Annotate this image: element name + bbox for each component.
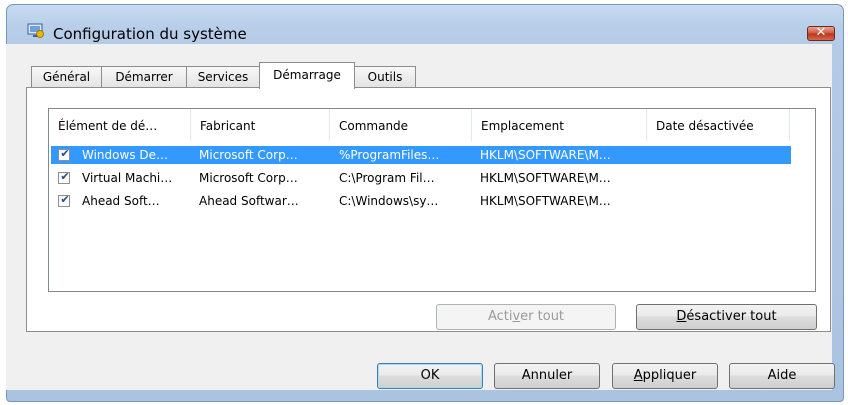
apply-label-end: ppliquer [642, 368, 697, 383]
item-maker: Microsoft Corp… [199, 148, 298, 162]
item-maker: Ahead Softwar… [199, 194, 299, 208]
enable-all-label-start: Acti [487, 309, 513, 324]
column-header-item[interactable]: Élément de dé… [49, 109, 191, 141]
enable-all-button[interactable]: Activer tout [436, 304, 616, 330]
title-bar[interactable]: Configuration du système ✕ [7, 5, 843, 43]
tab-demarrage[interactable]: Démarrage [259, 62, 355, 89]
list-item[interactable]: ✔ Windows De… Microsoft Corp… %ProgramFi… [51, 146, 791, 164]
disable-all-mnemonic: D [676, 309, 687, 324]
item-maker: Microsoft Corp… [199, 171, 298, 185]
close-button[interactable]: ✕ [807, 25, 835, 41]
item-location: HKLM\SOFTWARE\M… [480, 194, 611, 208]
window-title: Configuration du système [53, 25, 247, 43]
item-location: HKLM\SOFTWARE\M… [480, 148, 611, 162]
list-item[interactable]: ✔ Ahead Soft… Ahead Softwar… C:\Windows\… [51, 192, 791, 210]
disable-all-label-end: ésactiver tout [686, 309, 777, 324]
checkbox-checked-icon[interactable]: ✔ [58, 147, 70, 161]
tab-demarrer[interactable]: Démarrer [101, 66, 187, 88]
item-command: C:\Windows\sy… [339, 194, 439, 208]
enable-all-label-end: er tout [520, 309, 565, 324]
close-icon: ✕ [815, 25, 827, 40]
apply-button[interactable]: Appliquer [612, 363, 718, 389]
tab-general[interactable]: Général [31, 66, 102, 88]
disable-all-button[interactable]: Désactiver tout [636, 304, 817, 330]
ok-button[interactable]: OK [377, 363, 483, 389]
item-date [655, 169, 785, 187]
tab-outils[interactable]: Outils [354, 66, 416, 88]
column-header-command[interactable]: Commande [330, 109, 472, 141]
item-name: Windows De… [82, 148, 169, 162]
column-header-date[interactable]: Date désactivée [647, 109, 790, 141]
help-button[interactable]: Aide [729, 363, 835, 389]
item-location: HKLM\SOFTWARE\M… [480, 171, 611, 185]
item-date [655, 192, 785, 210]
item-command: %ProgramFiles… [339, 148, 440, 162]
system-config-icon [27, 23, 44, 38]
column-header-location[interactable]: Emplacement [472, 109, 647, 141]
startup-items-list[interactable]: Élément de dé… Fabricant Commande Emplac… [48, 108, 816, 292]
checkbox-checked-icon[interactable]: ✔ [58, 170, 70, 184]
column-header-maker[interactable]: Fabricant [191, 109, 330, 141]
cancel-button[interactable]: Annuler [494, 363, 600, 389]
tab-services[interactable]: Services [186, 66, 260, 88]
checkbox-checked-icon[interactable]: ✔ [58, 193, 70, 207]
item-name: Virtual Machi… [82, 171, 173, 185]
apply-mnemonic: A [633, 368, 643, 383]
item-date [655, 146, 785, 164]
list-header: Élément de dé… Fabricant Commande Emplac… [49, 109, 815, 141]
list-item[interactable]: ✔ Virtual Machi… Microsoft Corp… C:\Prog… [51, 169, 791, 187]
item-command: C:\Program Fil… [339, 171, 435, 185]
item-name: Ahead Soft… [82, 194, 160, 208]
